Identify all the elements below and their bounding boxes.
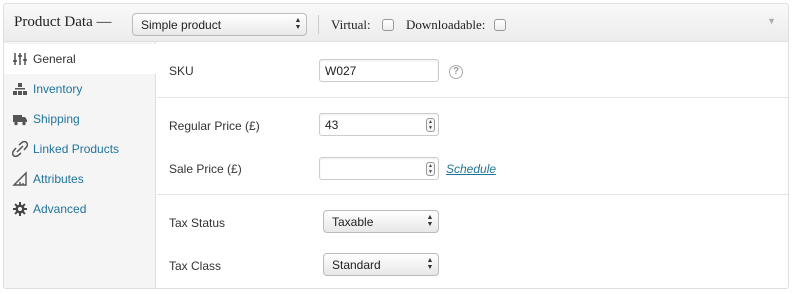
regular-price-value: 43 <box>325 118 339 132</box>
ruler-icon <box>12 171 28 187</box>
number-spinner-icon[interactable]: ▲ ▼ <box>426 162 435 176</box>
sku-label: SKU <box>169 64 194 78</box>
tab-attributes-label: Attributes <box>33 172 84 186</box>
virtual-checkbox[interactable] <box>382 19 394 31</box>
sliders-icon <box>12 51 28 67</box>
header-divider <box>318 15 319 34</box>
tab-shipping[interactable]: Shipping <box>4 104 156 134</box>
general-options-panel: SKU W027 ? Regular Price (£) 43 ▲ ▼ Sale … <box>157 42 788 288</box>
tab-linked-products-label: Linked Products <box>33 142 120 156</box>
product-data-tabs: General Inventory Shipping Linked Produc… <box>4 42 157 288</box>
panel-header: Product Data — Simple product ▲ ▼ Virtual… <box>4 4 788 42</box>
gear-icon <box>12 201 28 217</box>
number-spinner-icon[interactable]: ▲ ▼ <box>426 118 435 132</box>
tab-advanced[interactable]: Advanced <box>4 194 156 224</box>
sale-price-label: Sale Price (£) <box>169 162 242 176</box>
section-divider <box>157 194 788 195</box>
product-data-panel: Product Data — Simple product ▲ ▼ Virtual… <box>3 3 789 289</box>
tax-class-select[interactable]: Standard ▲ ▼ <box>323 253 439 276</box>
link-icon <box>11 140 29 158</box>
tab-advanced-label: Advanced <box>33 202 87 216</box>
select-arrows-icon: ▲ ▼ <box>294 17 302 31</box>
downloadable-label: Downloadable: <box>406 17 486 32</box>
schedule-link[interactable]: Schedule <box>446 162 496 176</box>
tax-class-value: Standard <box>332 258 381 272</box>
product-type-value: Simple product <box>141 18 222 32</box>
tab-inventory-label: Inventory <box>33 82 83 96</box>
tab-inventory[interactable]: Inventory <box>4 74 156 104</box>
sale-price-input[interactable]: ▲ ▼ <box>319 157 439 180</box>
virtual-label: Virtual: <box>331 17 371 32</box>
tax-status-label: Tax Status <box>169 216 226 230</box>
tax-status-value: Taxable <box>332 215 374 229</box>
tab-shipping-label: Shipping <box>33 112 80 126</box>
select-arrows-icon: ▲ ▼ <box>426 214 434 228</box>
downloadable-checkbox[interactable] <box>494 19 506 31</box>
section-divider <box>157 97 788 98</box>
collapse-toggle-icon[interactable]: ▼ <box>767 16 776 26</box>
sku-input[interactable]: W027 <box>319 59 439 82</box>
truck-icon <box>12 111 28 127</box>
boxes-icon <box>12 81 28 97</box>
tab-general[interactable]: General <box>4 44 157 74</box>
tab-linked-products[interactable]: Linked Products <box>4 134 156 164</box>
tab-general-label: General <box>33 52 76 66</box>
tax-status-select[interactable]: Taxable ▲ ▼ <box>323 210 439 233</box>
product-type-select[interactable]: Simple product ▲ ▼ <box>132 13 307 36</box>
sku-value: W027 <box>325 64 357 78</box>
regular-price-input[interactable]: 43 ▲ ▼ <box>319 113 439 136</box>
tax-class-label: Tax Class <box>169 259 222 273</box>
regular-price-label: Regular Price (£) <box>169 119 260 133</box>
help-icon[interactable]: ? <box>449 65 463 79</box>
panel-title: Product Data — <box>14 14 112 30</box>
select-arrows-icon: ▲ ▼ <box>426 257 434 271</box>
tab-attributes[interactable]: Attributes <box>4 164 156 194</box>
